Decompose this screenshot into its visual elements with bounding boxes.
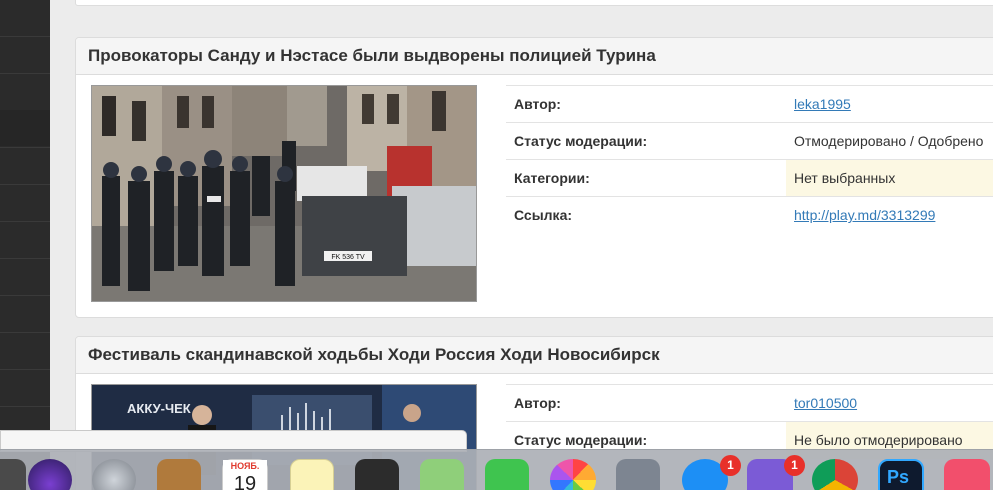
previous-post-panel: [75, 0, 993, 6]
meta-label: Статус модерации:: [506, 122, 786, 160]
post-heading: Фестиваль скандинавской ходьбы Ходи Росс…: [76, 337, 993, 374]
meta-row-categories: Категории: Нет выбранных: [506, 159, 993, 197]
post-panel: Провокаторы Санду и Нэстасе были выдворе…: [75, 37, 993, 318]
system-preferences-icon[interactable]: [616, 459, 660, 490]
meta-label: Ссылка:: [506, 196, 786, 234]
street-scene-image: FK 536 TV: [92, 86, 476, 301]
photos-icon[interactable]: [550, 459, 596, 490]
author-link[interactable]: leka1995: [794, 96, 851, 112]
banner-text: АККУ-ЧЕК: [127, 401, 191, 416]
meta-row-status: Статус модерации: Отмодерировано / Одобр…: [506, 122, 993, 160]
sidebar-item-active[interactable]: [0, 110, 50, 146]
itunes-icon[interactable]: [944, 459, 990, 490]
sidebar-divider: [0, 369, 50, 370]
calendar-icon[interactable]: НОЯБ. 19: [222, 459, 268, 490]
post-meta-table: Автор: tor010500 Статус модерации: Не бы…: [506, 384, 993, 459]
post-url-link[interactable]: http://play.md/3313299: [794, 207, 935, 223]
sidebar: [0, 0, 50, 490]
meta-row-author: Автор: leka1995: [506, 85, 993, 123]
post-heading: Провокаторы Санду и Нэстасе были выдворе…: [76, 38, 993, 75]
sidebar-divider: [0, 73, 50, 74]
calculator-icon[interactable]: [355, 459, 399, 490]
viber-badge: 1: [784, 455, 805, 476]
sidebar-divider: [0, 332, 50, 333]
dock-app-icon[interactable]: [0, 459, 26, 490]
post-title: Фестиваль скандинавской ходьбы Ходи Росс…: [88, 345, 660, 364]
sidebar-divider: [0, 406, 50, 407]
sidebar-divider: [0, 36, 50, 37]
chrome-icon[interactable]: [812, 459, 858, 490]
post-title: Провокаторы Санду и Нэстасе были выдворе…: [88, 46, 656, 65]
sidebar-divider: [0, 147, 50, 148]
maps-icon[interactable]: [420, 459, 464, 490]
calendar-day: 19: [233, 473, 257, 490]
main-content: Провокаторы Санду и Нэстасе были выдворе…: [50, 0, 993, 490]
author-link[interactable]: tor010500: [794, 395, 857, 411]
siri-icon[interactable]: [28, 459, 72, 490]
meta-label: Категории:: [506, 159, 786, 197]
contacts-icon[interactable]: [157, 459, 201, 490]
meta-row-author: Автор: tor010500: [506, 384, 993, 422]
photoshop-icon[interactable]: Ps: [878, 459, 924, 490]
app-store-badge: 1: [720, 455, 741, 476]
post-meta-table: Автор: leka1995 Статус модерации: Отмоде…: [506, 85, 993, 234]
meta-label: Автор:: [506, 85, 786, 123]
facetime-icon[interactable]: [485, 459, 529, 490]
notes-icon[interactable]: [290, 459, 334, 490]
sidebar-divider: [0, 258, 50, 259]
meta-row-link: Ссылка: http://play.md/3313299: [506, 196, 993, 234]
sidebar-divider: [0, 295, 50, 296]
dock: НОЯБ. 19 Ps: [0, 449, 993, 490]
sidebar-divider: [0, 221, 50, 222]
sidebar-divider: [0, 184, 50, 185]
meta-label: Автор:: [506, 384, 786, 422]
moderation-status: Отмодерировано / Одобрено: [786, 122, 993, 160]
launchpad-icon[interactable]: [92, 459, 136, 490]
post-thumbnail[interactable]: FK 536 TV: [91, 85, 477, 302]
license-plate: FK 536 TV: [331, 254, 365, 261]
calendar-month: НОЯБ.: [223, 460, 267, 472]
categories-value: Нет выбранных: [786, 159, 993, 197]
